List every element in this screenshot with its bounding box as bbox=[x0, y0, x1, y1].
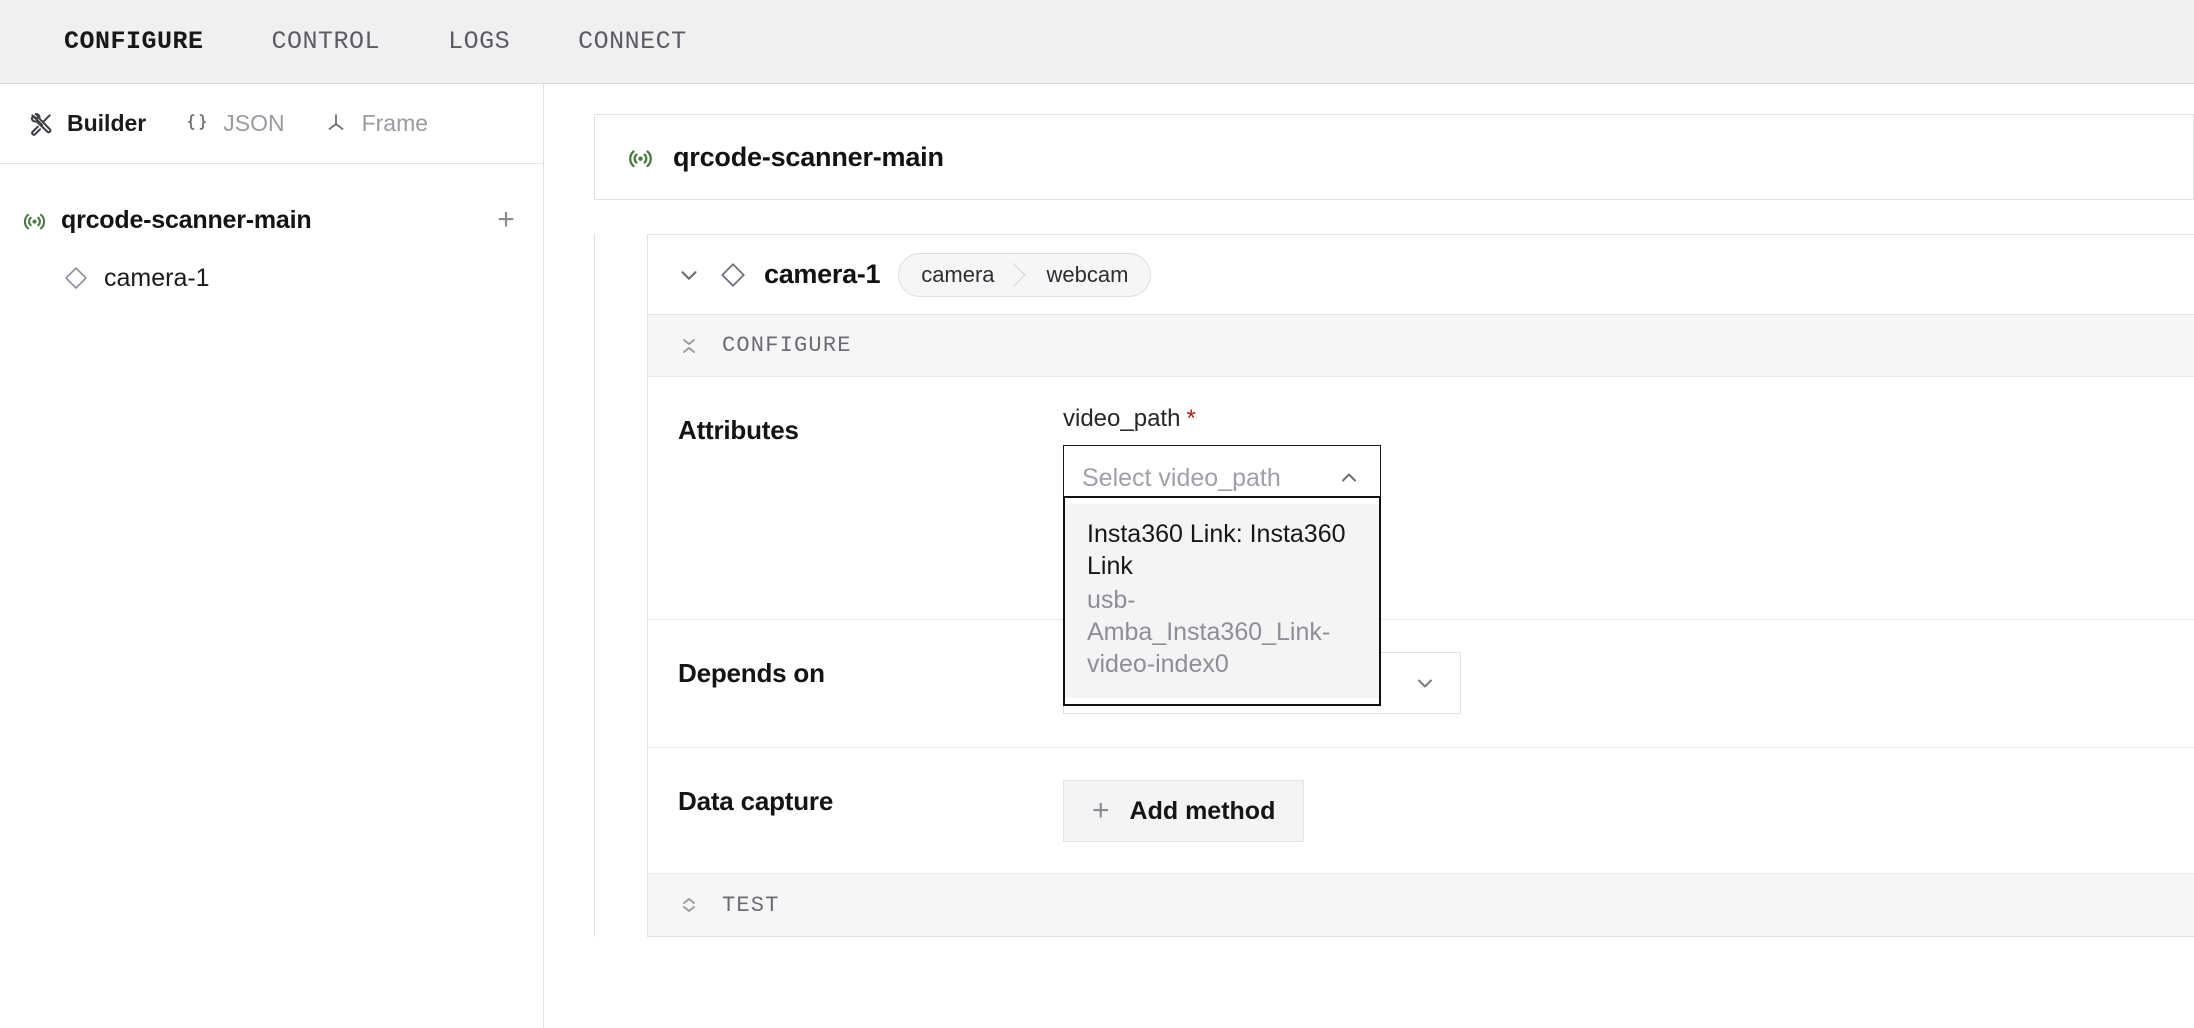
tree-item-camera-1[interactable]: camera-1 bbox=[0, 254, 543, 302]
row-data-capture-label: Data capture bbox=[678, 786, 834, 816]
section-test-header[interactable]: TEST bbox=[648, 874, 2194, 936]
mode-json[interactable]: JSON bbox=[184, 110, 285, 137]
expand-icon bbox=[674, 890, 704, 920]
tree-machine-row[interactable]: qrcode-scanner-main + bbox=[0, 196, 543, 244]
add-resource-button[interactable]: + bbox=[491, 205, 521, 235]
frame-tree-icon bbox=[323, 111, 349, 137]
row-attributes-body: video_path * Select video_path Insta360 … bbox=[1063, 377, 2194, 706]
dropdown-option-secondary: usb-Amba_Insta360_Link-video-index0 bbox=[1087, 586, 1331, 678]
row-data-capture: Data capture + Add method bbox=[648, 748, 2194, 874]
curly-braces-icon bbox=[184, 111, 210, 137]
chevron-down-icon bbox=[1412, 670, 1438, 696]
add-method-label: Add method bbox=[1129, 796, 1276, 825]
chevron-down-icon[interactable] bbox=[672, 258, 706, 292]
row-attributes-label: Attributes bbox=[678, 415, 799, 445]
add-method-button[interactable]: + Add method bbox=[1063, 780, 1305, 842]
diamond-icon bbox=[62, 264, 90, 292]
dropdown-option-primary: Insta360 Link: Insta360 Link bbox=[1087, 520, 1346, 580]
diamond-icon bbox=[718, 260, 748, 290]
required-marker: * bbox=[1186, 405, 1196, 432]
badge-model: webcam bbox=[1046, 261, 1129, 287]
collapse-icon bbox=[674, 331, 704, 361]
resource-card-header: camera-1 camera webcam bbox=[648, 235, 2194, 315]
mode-frame-label: Frame bbox=[361, 110, 429, 136]
resource-title: camera-1 bbox=[764, 259, 881, 289]
page-body: Builder JSON Frame qrcode-scanner-main +… bbox=[0, 84, 2194, 1028]
video-path-select-placeholder: Select video_path bbox=[1082, 463, 1281, 492]
dropdown-option[interactable]: Insta360 Link: Insta360 Link usb-Amba_In… bbox=[1065, 504, 1379, 698]
section-test-label: TEST bbox=[722, 892, 780, 918]
field-video-path-label: video_path * bbox=[1063, 405, 2194, 433]
tree-item-label: camera-1 bbox=[104, 263, 210, 292]
section-configure-label: CONFIGURE bbox=[722, 333, 852, 358]
resource-tree-connector: camera-1 camera webcam CONFIGURE Attribu… bbox=[594, 234, 2194, 937]
row-depends-on-label: Depends on bbox=[678, 658, 825, 688]
field-video-path-name: video_path bbox=[1063, 405, 1181, 432]
plus-icon: + bbox=[1092, 794, 1110, 827]
resource-card-camera-1: camera-1 camera webcam CONFIGURE Attribu… bbox=[647, 234, 2194, 937]
editor-mode-bar: Builder JSON Frame bbox=[0, 84, 543, 164]
chevron-up-icon bbox=[1336, 465, 1362, 491]
mode-builder[interactable]: Builder bbox=[28, 110, 146, 137]
badge-type: camera bbox=[899, 254, 1020, 296]
configuration-content: qrcode-scanner-main camera-1 camera webc… bbox=[544, 84, 2194, 1028]
resource-type-badge: camera webcam bbox=[898, 252, 1152, 297]
machine-signal-icon bbox=[625, 142, 655, 172]
machine-card-title: qrcode-scanner-main bbox=[673, 141, 944, 172]
tab-connect[interactable]: CONNECT bbox=[544, 0, 721, 84]
video-path-dropdown: Insta360 Link: Insta360 Link usb-Amba_In… bbox=[1063, 496, 1381, 706]
wrench-screwdriver-icon bbox=[28, 111, 54, 137]
tab-control[interactable]: CONTROL bbox=[238, 0, 415, 84]
machine-signal-icon bbox=[20, 206, 48, 234]
tree-machine-label: qrcode-scanner-main bbox=[61, 205, 312, 234]
resource-tree: qrcode-scanner-main + camera-1 bbox=[0, 164, 543, 1028]
mode-frame[interactable]: Frame bbox=[323, 110, 428, 137]
row-depends-on: Depends on bbox=[648, 620, 2194, 748]
tab-logs[interactable]: LOGS bbox=[414, 0, 544, 84]
mode-json-label: JSON bbox=[223, 110, 285, 136]
row-data-capture-body: + Add method bbox=[1063, 748, 2194, 873]
tab-configure[interactable]: CONFIGURE bbox=[30, 0, 238, 84]
mode-builder-label: Builder bbox=[67, 110, 147, 136]
machine-header-card: qrcode-scanner-main bbox=[594, 114, 2194, 200]
section-configure-header[interactable]: CONFIGURE bbox=[648, 315, 2194, 377]
sidebar: Builder JSON Frame qrcode-scanner-main +… bbox=[0, 84, 544, 1028]
row-attributes: Attributes video_path * Select video_path bbox=[648, 377, 2194, 706]
top-navigation-bar: CONFIGURE CONTROL LOGS CONNECT bbox=[0, 0, 2194, 84]
